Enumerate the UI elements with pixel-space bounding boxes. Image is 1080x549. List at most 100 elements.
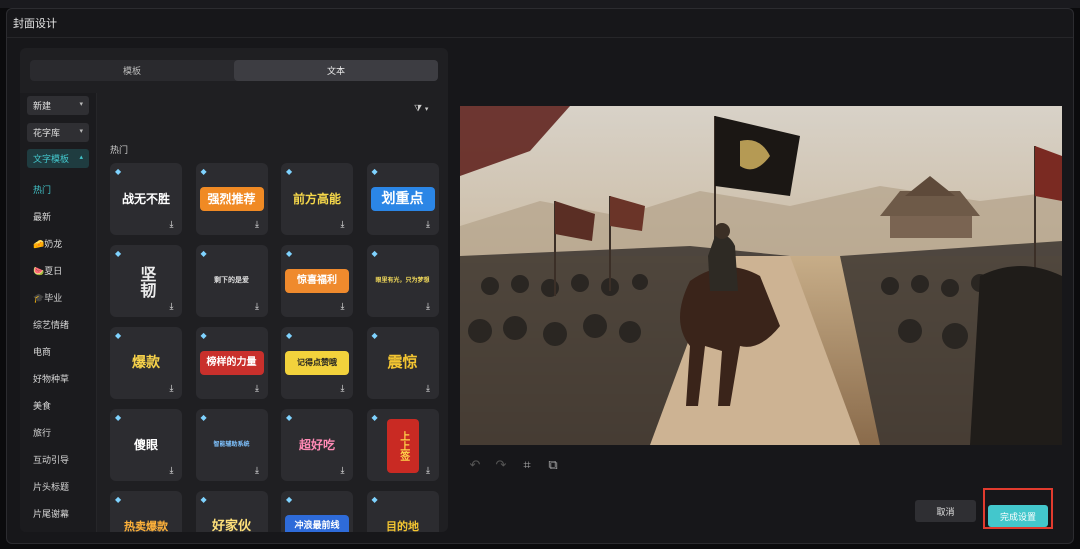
template-card[interactable]: ◆ 记得点赞哦 ⤓ — [281, 327, 353, 399]
redo-icon[interactable]: ↷ — [493, 458, 509, 473]
template-card[interactable]: ◆ 眼里有光，只为梦想 ⤓ — [366, 245, 439, 317]
diamond-icon: ◆ — [115, 249, 122, 258]
download-icon[interactable]: ⤓ — [337, 302, 348, 313]
sidebar-item-category[interactable]: 电商 — [33, 345, 51, 358]
download-icon[interactable]: ⤓ — [337, 466, 348, 477]
download-icon[interactable]: ⤓ — [423, 384, 434, 395]
template-preview-text: 智能辅助系统 — [213, 440, 250, 448]
filter-icon: ⧩ — [414, 104, 423, 114]
background-strip — [0, 0, 1080, 8]
sidebar-item-category[interactable]: 美食 — [33, 399, 51, 412]
dropdown-new[interactable]: 新建 ▾ — [27, 96, 89, 115]
undo-icon[interactable]: ↶ — [467, 458, 483, 473]
download-icon[interactable]: ⤓ — [423, 220, 434, 231]
cover-preview-image[interactable] — [460, 106, 1062, 445]
template-card[interactable]: ◆ 惊喜福利 ⤓ — [281, 245, 353, 317]
template-preview-text: 强烈推荐 — [199, 187, 264, 211]
template-preview-text: 冲浪最前线 — [285, 515, 349, 532]
sidebar-item-category[interactable]: 🧀奶龙 — [33, 237, 62, 250]
template-card[interactable]: ◆ 超好吃 ⤓ — [281, 409, 353, 481]
template-preview-text: 傻眼 — [133, 437, 158, 452]
download-icon[interactable]: ⤓ — [166, 220, 177, 231]
template-preview-text: 剩下的是爱 — [214, 276, 249, 285]
crop-icon[interactable]: ⌗ — [519, 458, 535, 473]
template-card[interactable]: ◆ 坚韧 ⤓ — [110, 245, 182, 317]
dropdown-text-template-label: 文字模板 — [33, 155, 70, 165]
section-title: 热门 — [110, 146, 129, 156]
sidebar-item-category[interactable]: 片尾谢幕 — [33, 507, 69, 520]
diamond-icon: ◆ — [286, 495, 293, 504]
cover-design-dialog: 封面设计 模板 文本 新建 ▾ 花字库 ▾ 文字模板 ▴ 热门 最新 🧀奶龙 🍉夏日 🎓… — [6, 8, 1074, 544]
template-card[interactable]: ◆ 爆款 ⤓ — [110, 327, 182, 399]
left-panel: 模板 文本 新建 ▾ 花字库 ▾ 文字模板 ▴ 热门最新 🧀奶龙 🍉夏日 🎓毕业综艺情… — [20, 48, 448, 532]
diamond-icon: ◆ — [200, 167, 207, 176]
template-card[interactable]: ◆ 傻眼 ⤓ — [110, 409, 182, 481]
diamond-icon: ◆ — [200, 413, 207, 422]
download-icon[interactable]: ⤓ — [166, 302, 177, 313]
download-icon[interactable]: ⤓ — [337, 220, 348, 231]
diamond-icon: ◆ — [371, 413, 378, 422]
download-icon[interactable]: ⤓ — [252, 302, 263, 313]
diamond-icon: ◆ — [200, 331, 207, 340]
template-preview-text: 上上签 — [386, 419, 419, 473]
template-card[interactable]: ◆目的地⤓ — [366, 491, 439, 532]
template-card[interactable]: ◆ 前方高能 ⤓ — [281, 163, 353, 235]
download-icon[interactable]: ⤓ — [423, 466, 434, 477]
template-preview-text: 好家伙 — [211, 519, 251, 532]
diamond-icon: ◆ — [371, 167, 378, 176]
chevron-down-icon: ▾ — [79, 100, 83, 108]
template-card[interactable]: ◆ 战无不胜 ⤓ — [110, 163, 182, 235]
template-card[interactable]: ◆好家伙⤓ — [195, 491, 268, 532]
download-icon[interactable]: ⤓ — [252, 220, 263, 231]
tab-bar: 模板 文本 — [30, 60, 438, 81]
diamond-icon: ◆ — [200, 495, 207, 504]
download-icon[interactable]: ⤓ — [166, 384, 177, 395]
sidebar-item-category[interactable]: 🎓毕业 — [33, 291, 62, 304]
template-card[interactable]: ◆ 剩下的是爱 ⤓ — [195, 245, 268, 317]
template-preview-text: 爆款 — [132, 354, 160, 371]
sidebar-item-category[interactable]: 旅行 — [33, 426, 51, 439]
sidebar-item-category[interactable]: 🍉夏日 — [33, 264, 62, 277]
download-icon[interactable]: ⤓ — [337, 384, 348, 395]
dropdown-flower-text-label: 花字库 — [33, 129, 61, 139]
download-icon[interactable]: ⤓ — [423, 302, 434, 313]
template-card[interactable]: ◆ 智能辅助系统 ⤓ — [195, 409, 268, 481]
diamond-icon: ◆ — [200, 249, 207, 258]
diamond-icon: ◆ — [115, 331, 122, 340]
sidebar-item-category[interactable]: 热门 — [33, 183, 51, 196]
template-preview-text: 榜样的力量 — [199, 351, 264, 375]
filter-button[interactable]: ⧩ ▾ — [414, 104, 428, 114]
sidebar-item-category[interactable]: 好物种草 — [33, 372, 69, 385]
chevron-down-icon: ▾ — [79, 127, 83, 135]
tab-template[interactable]: 模板 — [30, 60, 234, 81]
template-card[interactable]: ◆ 强烈推荐 ⤓ — [195, 163, 268, 235]
template-card[interactable]: ◆热卖爆款⤓ — [110, 491, 182, 532]
diamond-icon: ◆ — [115, 167, 122, 176]
sidebar-item-category[interactable]: 综艺情绪 — [33, 318, 69, 331]
diamond-icon: ◆ — [286, 167, 293, 176]
sidebar-item-category[interactable]: 互动引导 — [33, 453, 69, 466]
chevron-up-icon: ▴ — [79, 153, 83, 161]
dropdown-text-template[interactable]: 文字模板 ▴ — [27, 149, 89, 168]
template-card[interactable]: ◆ 划重点 ⤓ — [366, 163, 439, 235]
download-icon[interactable]: ⤓ — [166, 466, 177, 477]
sidebar-item-category[interactable]: 片头标题 — [33, 480, 69, 493]
sidebar-item-category[interactable]: 最新 — [33, 210, 51, 223]
download-icon[interactable]: ⤓ — [252, 466, 263, 477]
diamond-icon: ◆ — [115, 495, 122, 504]
template-card[interactable]: ◆ 上上签 ⤓ — [366, 409, 439, 481]
template-preview-text: 划重点 — [370, 187, 435, 211]
diamond-icon: ◆ — [286, 413, 293, 422]
diamond-icon: ◆ — [115, 413, 122, 422]
cancel-button[interactable]: 取消 — [915, 500, 976, 522]
replace-image-icon[interactable]: ⧉ — [545, 458, 561, 473]
dropdown-flower-text[interactable]: 花字库 ▾ — [27, 123, 89, 142]
image-toolbar: ↶ ↷ ⌗ ⧉ — [467, 458, 561, 473]
template-card[interactable]: ◆ 榜样的力量 ⤓ — [195, 327, 268, 399]
tab-text[interactable]: 文本 — [234, 60, 438, 81]
diamond-icon: ◆ — [371, 495, 378, 504]
template-card[interactable]: ◆冲浪最前线⤓ — [281, 491, 353, 532]
template-preview-text: 眼里有光，只为梦想 — [375, 276, 430, 284]
template-card[interactable]: ◆ 震惊 ⤓ — [366, 327, 439, 399]
download-icon[interactable]: ⤓ — [252, 384, 263, 395]
